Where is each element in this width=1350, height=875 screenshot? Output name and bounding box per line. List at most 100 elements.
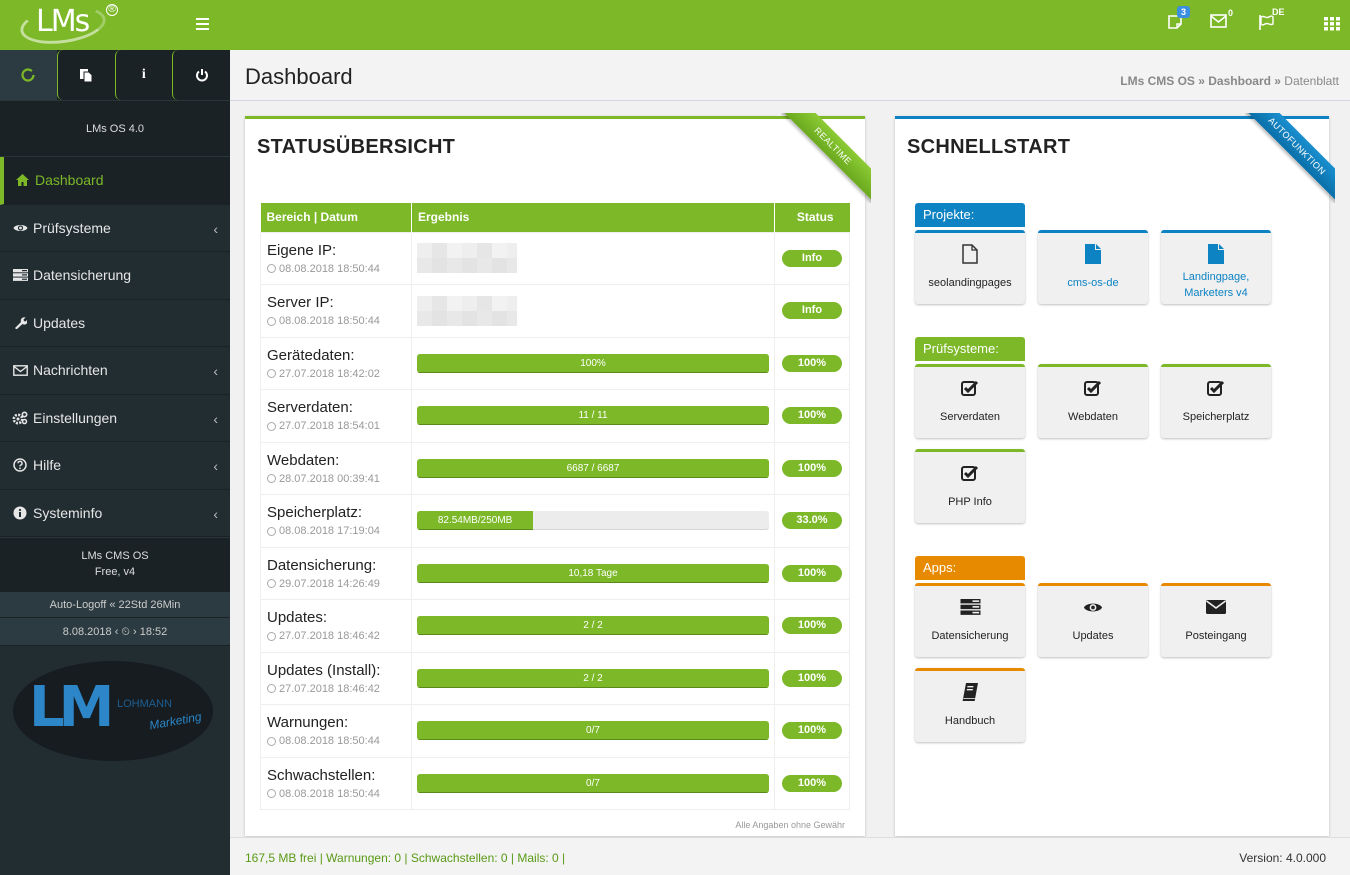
info-icon bbox=[12, 506, 28, 520]
sidebar-item-einstellungen[interactable]: Einstellungen ‹ bbox=[0, 395, 230, 442]
area-date: 28.07.2018 00:39:41 bbox=[267, 473, 411, 485]
area-label: Serverdaten: bbox=[267, 399, 353, 417]
status-cell: 100% bbox=[774, 599, 850, 653]
tile-label: Posteingang bbox=[1185, 630, 1247, 642]
status-badge: 100% bbox=[782, 669, 842, 687]
area-cell: Webdaten: 28.07.2018 00:39:41 bbox=[260, 441, 412, 495]
progress-label: 0/7 bbox=[586, 777, 600, 789]
result-cell bbox=[411, 284, 775, 338]
refresh-button[interactable] bbox=[0, 50, 57, 100]
sidebar-item-hilfe[interactable]: Hilfe ‹ bbox=[0, 442, 230, 490]
clock-icon bbox=[267, 421, 276, 431]
sidebar-item-dashboard[interactable]: Dashboard bbox=[0, 157, 230, 205]
mail-badge: 0 bbox=[1228, 8, 1234, 18]
area-label: Datensicherung: bbox=[267, 556, 377, 574]
brand-sub: Marketing bbox=[148, 709, 203, 733]
quickstart-tile-php-info[interactable]: PHP Info bbox=[915, 449, 1025, 523]
breadcrumb-dashboard[interactable]: Dashboard bbox=[1208, 74, 1271, 88]
clock-icon bbox=[267, 789, 276, 799]
status-badge[interactable]: Info bbox=[782, 249, 842, 267]
area-label: Eigene IP: bbox=[267, 241, 337, 259]
sidebar-item-nachrichten[interactable]: Nachrichten ‹ bbox=[0, 347, 230, 395]
sidebar-item-datensicherung[interactable]: Datensicherung bbox=[0, 252, 230, 300]
sidebar-item-systeminfo[interactable]: Systeminfo ‹ bbox=[0, 490, 230, 537]
column-header-status: Status bbox=[774, 203, 850, 232]
clock-icon bbox=[267, 264, 276, 274]
quickstart-tile-serverdaten[interactable]: Serverdaten bbox=[915, 364, 1025, 438]
tile-label: Serverdaten bbox=[940, 411, 1000, 423]
progress-label: 100% bbox=[580, 357, 606, 369]
quickstart-tile-webdaten[interactable]: Webdaten bbox=[1038, 364, 1148, 438]
status-badge: 100% bbox=[782, 722, 842, 740]
breadcrumb-separator: » bbox=[1270, 74, 1285, 88]
power-button[interactable] bbox=[172, 50, 230, 100]
quickstart-tile-seolandingpages[interactable]: seolandingpages bbox=[915, 230, 1025, 304]
menu-toggle-button[interactable] bbox=[196, 18, 209, 30]
progress-bar: 100% bbox=[417, 353, 769, 373]
quickstart-tile-speicherplatz[interactable]: Speicherplatz bbox=[1161, 364, 1271, 438]
quickstart-tile-handbuch[interactable]: Handbuch bbox=[915, 668, 1025, 742]
status-badge[interactable]: Info bbox=[782, 302, 842, 320]
breadcrumb-separator: » bbox=[1194, 74, 1209, 88]
result-cell: 82.54MB/250MB bbox=[411, 494, 775, 548]
quickstart-tile-updates[interactable]: Updates bbox=[1038, 583, 1148, 657]
copy-button[interactable] bbox=[56, 50, 115, 100]
os-version: LMs OS 4.0 bbox=[0, 100, 230, 157]
area-date: 08.08.2018 18:50:44 bbox=[267, 263, 411, 275]
sidebar-item-label: Prüfsysteme bbox=[33, 219, 111, 236]
tile-label: cms-os-de bbox=[1067, 277, 1119, 289]
status-cell: 100% bbox=[774, 651, 850, 705]
notes-button[interactable]: 3 bbox=[1167, 6, 1191, 30]
sidebar-toolbar: i bbox=[0, 50, 230, 100]
sidebar-item-label: Dashboard bbox=[35, 172, 104, 189]
info-button[interactable]: i bbox=[114, 50, 173, 100]
result-cell: 0/7 bbox=[411, 756, 775, 810]
envelope-icon bbox=[12, 364, 28, 376]
result-cell bbox=[411, 231, 775, 285]
sidebar-item-label: Systeminfo bbox=[33, 504, 103, 521]
file-icon bbox=[1161, 243, 1271, 265]
brand-logo: LM LOHMANN Marketing bbox=[13, 661, 213, 761]
breadcrumb-home[interactable]: LMs CMS OS bbox=[1120, 74, 1195, 88]
apps-grid-button[interactable] bbox=[1324, 17, 1340, 31]
timestamp: 08.08.2018 17:19:04 bbox=[279, 525, 380, 538]
quickstart-tile-cms-os-de[interactable]: cms-os-de bbox=[1038, 230, 1148, 304]
sidebar-item-label: Nachrichten bbox=[33, 362, 108, 379]
autofunction-ribbon: AUTOFUNKTION bbox=[1245, 113, 1335, 203]
cms-info: LMs CMS OS Free, v4 bbox=[0, 537, 230, 591]
mail-button[interactable]: 0 bbox=[1210, 8, 1233, 28]
status-table: Bereich | Datum Ergebnis Status Eigene I… bbox=[260, 203, 850, 810]
envelope-icon bbox=[1210, 14, 1227, 28]
area-date: 29.07.2018 14:26:49 bbox=[267, 578, 411, 590]
area-label: Updates: bbox=[267, 609, 328, 627]
area-date: 27.07.2018 18:54:01 bbox=[267, 420, 411, 432]
sidebar-item-updates[interactable]: Updates bbox=[0, 300, 230, 347]
sidebar-item-pr-fsysteme[interactable]: Prüfsysteme ‹ bbox=[0, 205, 230, 252]
area-label: Webdaten: bbox=[267, 451, 340, 469]
tile-label: PHP Info bbox=[948, 496, 992, 508]
logo-text: LMs bbox=[36, 4, 90, 39]
progress-bar: 82.54MB/250MB bbox=[417, 511, 769, 531]
quickstart-tile-datensicherung[interactable]: Datensicherung bbox=[915, 583, 1025, 657]
tile-label: Datensicherung bbox=[931, 630, 1009, 642]
timestamp: 27.07.2018 18:46:42 bbox=[279, 682, 380, 695]
cogs-icon bbox=[12, 411, 28, 425]
status-row: Speicherplatz: 08.08.2018 17:19:04 82.54MB… bbox=[260, 494, 850, 548]
quickstart-tile-landingpage-marketers-v4[interactable]: Landingpage, Marketers v4 bbox=[1161, 230, 1271, 304]
area-label: Gerätedaten: bbox=[267, 346, 355, 364]
status-badge: 100% bbox=[782, 354, 842, 372]
chevron-left-icon: ‹ bbox=[213, 458, 218, 474]
quickstart-tile-posteingang[interactable]: Posteingang bbox=[1161, 583, 1271, 657]
timestamp: 08.08.2018 18:50:44 bbox=[279, 735, 380, 748]
spinner-icon bbox=[21, 68, 35, 82]
status-row: Gerätedaten: 27.07.2018 18:42:02 100% 100% bbox=[260, 336, 850, 390]
redacted-ip bbox=[417, 243, 517, 274]
status-badge: 33.0% bbox=[782, 512, 842, 530]
status-row: Schwachstellen: 08.08.2018 18:50:44 0/7 100… bbox=[260, 756, 850, 810]
language-button[interactable]: DE bbox=[1258, 7, 1285, 30]
status-row: Updates: 27.07.2018 18:46:42 2 / 2 100% bbox=[260, 599, 850, 653]
status-title: STATUSÜBERSICHT bbox=[257, 136, 456, 158]
sidebar-item-label: Updates bbox=[33, 314, 86, 331]
tile-label: Landingpage, Marketers v4 bbox=[1182, 271, 1250, 299]
breadcrumb: LMs CMS OS » Dashboard » Datenblatt bbox=[1120, 74, 1339, 88]
